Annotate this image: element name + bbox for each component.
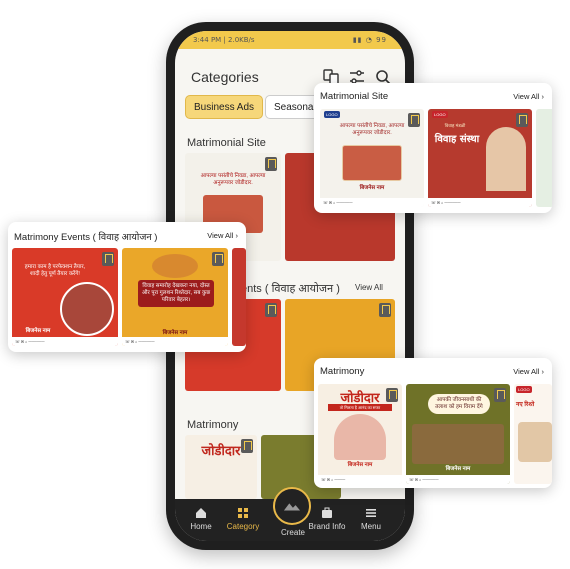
bookmark-icon[interactable] (212, 252, 224, 266)
logo-badge: LOGO (432, 111, 448, 118)
poster-footer: ☏ ✉ ⌂ ────── (428, 198, 532, 207)
view-all-events[interactable]: View All (355, 283, 383, 292)
poster-matrimonial-2[interactable]: LOGO विवाह मंडळी विवाह संस्था ☏ ✉ ⌂ ────… (428, 109, 532, 207)
nav-menu[interactable]: Menu (351, 507, 391, 531)
nav-label-brand: Brand Info (308, 522, 346, 531)
business-name: बिजनेस नाम (359, 185, 385, 191)
popout-title: Matrimony (320, 366, 365, 377)
poster-matrimony-2[interactable]: आपकी जीवनसाथी की तलाश को हम विराम देंगे … (406, 384, 510, 484)
poster-footer: ☏ ✉ ⌂ ────── (12, 337, 118, 346)
hands-photo (152, 254, 198, 278)
create-icon (283, 503, 301, 511)
poster-caption: आपकी जीवनसाथी की तलाश को हम विराम देंगे (428, 394, 490, 414)
bride-photo (334, 414, 386, 460)
bookmark-icon[interactable] (408, 113, 420, 127)
bookmark-icon[interactable] (265, 303, 277, 317)
poster-events-2[interactable]: विवाह समारोह देखकर! नया, दोस्त और पूरा ग… (122, 248, 228, 346)
business-name: बिजनेस नाम (445, 466, 471, 472)
status-icons: ▮▮ ◔ 99 (352, 36, 387, 44)
poster-events-3-partial[interactable] (232, 248, 246, 346)
create-button[interactable] (273, 487, 311, 525)
view-all-label: View All (207, 231, 234, 240)
poster-subtitle: विवाह मंडळी (444, 123, 466, 128)
menu-icon (366, 509, 376, 517)
poster-caption: हमारा काम है परफेक्शन तैयार, शादी हेतु प… (24, 264, 86, 277)
brand-icon (322, 507, 332, 518)
business-name: बिजनेस नाम (25, 328, 51, 334)
poster-footer: ☏ ✉ ⌂ ────── (122, 337, 228, 346)
hands-photo (412, 424, 504, 464)
poster-title: नए रिश्ते (516, 402, 535, 408)
view-all-link[interactable]: View All › (513, 92, 544, 101)
section-title-events: ents ( विवाह आयोजन ) (241, 283, 340, 295)
logo-badge: LOGO (324, 111, 340, 118)
poster-events-1[interactable]: हमारा काम है परफेक्शन तैयार, शादी हेतु प… (12, 248, 118, 346)
nav-label-create: Create (280, 528, 305, 537)
bookmark-icon[interactable] (265, 157, 277, 171)
business-name: बिजनेस नाम (347, 462, 373, 468)
poster-caption: आपल्या पसंतीचे निवडा, आपल्या अनुरूपवर जो… (200, 173, 266, 186)
bookmark-icon[interactable] (494, 388, 506, 402)
bookmark-icon[interactable] (241, 439, 253, 453)
popout-matrimonial-site: Matrimonial Site View All › LOGO आपल्या … (314, 83, 552, 213)
poster-matrimony-1[interactable]: जोडीदार तो मिलता है आनंद का सफर बिजनेस न… (318, 384, 402, 484)
view-all-label: View All (513, 367, 540, 376)
nav-label-home: Home (190, 522, 212, 531)
bookmark-icon[interactable] (386, 388, 398, 402)
bookmark-icon[interactable] (516, 113, 528, 127)
chip-business-ads[interactable]: Business Ads (185, 95, 264, 119)
hands-photo (342, 145, 402, 181)
nav-home[interactable]: Home (181, 507, 221, 531)
home-icon (196, 508, 206, 518)
poster-footer: ☏ ✉ ⌂ ────── (406, 475, 510, 484)
business-name: बिजनेस नाम (162, 330, 188, 336)
bookmark-icon[interactable] (379, 303, 391, 317)
bookmark-icon[interactable] (102, 252, 114, 266)
poster-caption: आपल्या पसंतीचे निवडा, आपल्या अनुरूपवर जो… (339, 123, 405, 136)
view-all-label: View All (513, 92, 540, 101)
logo-badge: LOGO (516, 386, 532, 393)
poster-title: विवाह संस्था (434, 134, 480, 145)
popout-title: Matrimonial Site (320, 91, 389, 102)
section-title-matrimony: Matrimony (187, 419, 239, 431)
popout-title: Matrimony Events ( विवाह आयोजन ) (14, 232, 158, 243)
phone-poster-matrimony-1[interactable]: जोडीदार (185, 435, 257, 499)
view-all-link[interactable]: View All › (513, 367, 544, 376)
view-all-link[interactable]: View All › (207, 231, 238, 240)
section-title-matrimonial: Matrimonial Site (187, 137, 266, 149)
poster-matrimony-3-partial[interactable]: LOGO नए रिश्ते (514, 384, 552, 484)
page-title: Categories (191, 69, 259, 85)
popout-matrimony-events: Matrimony Events ( विवाह आयोजन ) View Al… (8, 222, 246, 352)
nav-category[interactable]: Category (223, 507, 263, 531)
poster-subtitle: तो मिलता है आनंद का सफर (328, 404, 392, 411)
nav-label-menu: Menu (360, 522, 381, 531)
category-icon (238, 508, 248, 518)
hands-photo (60, 282, 114, 336)
couple-photo (518, 422, 552, 462)
poster-footer: ☏ ✉ ⌂ ────── (320, 198, 424, 207)
nav-brand-info[interactable]: Brand Info (307, 507, 347, 531)
poster-footer: ☏ ✉ ⌂ ──── (318, 475, 402, 484)
status-bar: 3:44 PM | 2.0KB/s ▮▮ ◔ 99 (175, 31, 405, 49)
popout-matrimony: Matrimony View All › जोडीदार तो मिलता है… (314, 358, 552, 488)
nav-label-category: Category (226, 522, 260, 531)
couple-photo (486, 127, 526, 191)
status-time: 3:44 PM | 2.0KB/s (193, 36, 255, 44)
poster-caption: विवाह समारोह देखकर! नया, दोस्त और पूरा ग… (138, 280, 214, 307)
poster-matrimonial-1[interactable]: LOGO आपल्या पसंतीचे निवडा, आपल्या अनुरूप… (320, 109, 424, 207)
poster-matrimonial-3-partial[interactable] (536, 109, 552, 207)
